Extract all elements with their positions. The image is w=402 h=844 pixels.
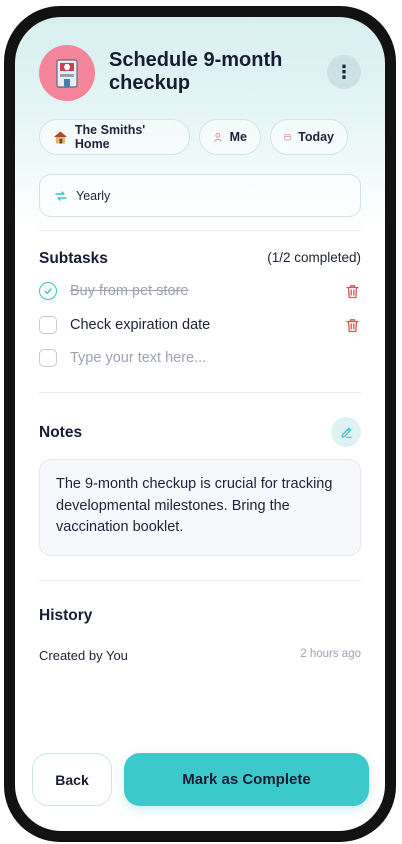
home-chip-label: The Smiths' Home (74, 123, 146, 151)
person-icon (213, 132, 222, 142)
subtasks-heading: Subtasks (39, 250, 108, 267)
history-entry: Created by You (39, 648, 128, 663)
subtask-checkbox[interactable] (39, 316, 57, 334)
task-title: Schedule 9-month checkup (109, 49, 283, 94)
trash-icon (345, 318, 359, 332)
subtask-checkbox-checked[interactable] (39, 282, 57, 300)
home-chip[interactable]: The Smiths' Home (39, 119, 190, 155)
trash-icon (345, 284, 359, 298)
subtask-label: Check expiration date (70, 317, 211, 333)
divider (39, 230, 361, 231)
subtasks-progress: (1/2 completed) (267, 250, 361, 265)
divider (39, 392, 361, 393)
new-subtask-row (39, 347, 361, 369)
notes-heading: Notes (39, 424, 83, 441)
new-subtask-checkbox (39, 349, 57, 367)
recurrence-selector[interactable]: Yearly (39, 174, 361, 217)
notes-text: The 9-month checkup is crucial for track… (39, 459, 361, 556)
house-icon (53, 131, 67, 144)
pencil-icon (340, 427, 352, 438)
history-heading: History (39, 607, 93, 624)
phone-frame: Schedule 9-month checkup ⋮ The Smiths' H… (4, 6, 396, 842)
subtask-item: Check expiration date (39, 314, 361, 336)
subtask-item: Buy from pet store (39, 280, 361, 302)
recurrence-label: Yearly (76, 188, 111, 203)
edit-notes-button[interactable] (331, 417, 361, 447)
subtask-label: Buy from pet store (70, 283, 189, 299)
more-vertical-icon: ⋮ (335, 62, 353, 82)
check-icon (44, 288, 52, 294)
new-subtask-input[interactable] (70, 350, 361, 366)
repeat-icon (55, 190, 67, 201)
more-options-button[interactable]: ⋮ (327, 55, 361, 89)
back-button[interactable]: Back (32, 753, 112, 806)
date-chip[interactable]: Today (270, 119, 348, 155)
history-timestamp: 2 hours ago (300, 648, 361, 660)
delete-subtask-button[interactable] (343, 282, 361, 300)
assignee-chip[interactable]: Me (199, 119, 261, 155)
calendar-icon (284, 134, 291, 141)
divider (39, 580, 361, 581)
date-chip-label: Today (298, 130, 334, 144)
delete-subtask-button[interactable] (343, 316, 361, 334)
medical-kit-icon (56, 59, 78, 88)
mark-complete-button[interactable]: Mark as Complete (124, 753, 369, 806)
task-category-avatar (39, 45, 95, 101)
task-detail-screen: Schedule 9-month checkup ⋮ The Smiths' H… (15, 17, 385, 831)
assignee-chip-label: Me (229, 130, 247, 144)
